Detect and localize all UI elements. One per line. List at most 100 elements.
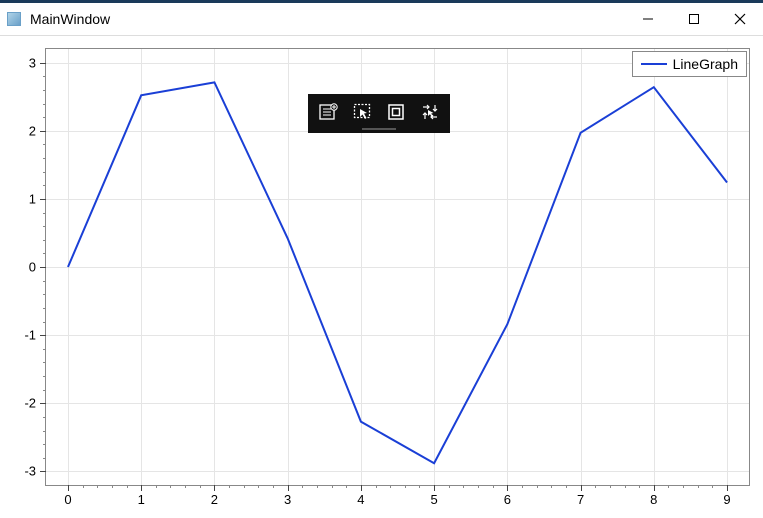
y-tick-label: 0 <box>29 260 36 275</box>
x-tick-minor <box>493 485 494 488</box>
y-tick-minor <box>43 240 46 241</box>
x-tick-major <box>507 485 508 491</box>
y-tick-minor <box>43 104 46 105</box>
y-tick-minor <box>43 172 46 173</box>
y-tick-minor <box>43 185 46 186</box>
x-tick-minor <box>112 485 113 488</box>
y-tick-minor <box>43 362 46 363</box>
toolbar-cursor-button[interactable] <box>350 100 374 124</box>
y-tick-minor <box>43 390 46 391</box>
y-tick-label: -3 <box>24 464 36 479</box>
y-tick-minor <box>43 226 46 227</box>
x-tick-minor <box>185 485 186 488</box>
x-tick-minor <box>537 485 538 488</box>
x-tick-major <box>434 485 435 491</box>
window-controls <box>625 3 763 35</box>
x-tick-label: 3 <box>284 492 291 507</box>
window-title: MainWindow <box>30 11 625 27</box>
y-tick-minor <box>43 76 46 77</box>
y-tick-minor <box>43 444 46 445</box>
x-tick-minor <box>258 485 259 488</box>
y-tick-minor <box>43 349 46 350</box>
x-tick-minor <box>683 485 684 488</box>
x-tick-minor <box>419 485 420 488</box>
window-titlebar: MainWindow <box>0 3 763 36</box>
x-tick-minor <box>712 485 713 488</box>
x-tick-label: 6 <box>504 492 511 507</box>
chart-container: LineGraph 0123456789-3-2-10123 <box>0 36 763 518</box>
legend-label: LineGraph <box>673 56 738 72</box>
y-tick-label: 2 <box>29 123 36 138</box>
x-tick-label: 9 <box>723 492 730 507</box>
x-tick-minor <box>595 485 596 488</box>
y-tick-label: 1 <box>29 191 36 206</box>
y-tick-major <box>40 63 46 64</box>
x-tick-minor <box>522 485 523 488</box>
toolbar-drag-handle[interactable] <box>362 128 396 130</box>
y-tick-minor <box>43 281 46 282</box>
x-tick-minor <box>229 485 230 488</box>
x-tick-minor <box>610 485 611 488</box>
x-tick-label: 5 <box>430 492 437 507</box>
x-tick-label: 0 <box>64 492 71 507</box>
x-tick-minor <box>346 485 347 488</box>
y-tick-minor <box>43 376 46 377</box>
toolbar-transform-button[interactable] <box>418 100 442 124</box>
x-tick-minor <box>317 485 318 488</box>
y-tick-minor <box>43 213 46 214</box>
x-tick-minor <box>478 485 479 488</box>
x-tick-major <box>214 485 215 491</box>
maximize-button[interactable] <box>671 3 717 35</box>
x-tick-minor <box>463 485 464 488</box>
y-tick-minor <box>43 322 46 323</box>
y-tick-minor <box>43 144 46 145</box>
x-tick-minor <box>566 485 567 488</box>
toolbar-options-button[interactable] <box>316 100 340 124</box>
chart-legend[interactable]: LineGraph <box>632 51 747 77</box>
y-tick-minor <box>43 90 46 91</box>
x-tick-label: 4 <box>357 492 364 507</box>
x-tick-major <box>361 485 362 491</box>
x-tick-minor <box>200 485 201 488</box>
x-tick-label: 2 <box>211 492 218 507</box>
y-tick-minor <box>43 294 46 295</box>
y-tick-major <box>40 199 46 200</box>
x-tick-label: 7 <box>577 492 584 507</box>
x-tick-minor <box>376 485 377 488</box>
x-tick-major <box>288 485 289 491</box>
x-tick-minor <box>551 485 552 488</box>
y-tick-major <box>40 267 46 268</box>
legend-swatch <box>641 63 667 65</box>
y-tick-major <box>40 335 46 336</box>
app-icon <box>6 11 22 27</box>
y-tick-label: -1 <box>24 328 36 343</box>
y-tick-major <box>40 471 46 472</box>
minimize-button[interactable] <box>625 3 671 35</box>
chart-toolbar[interactable] <box>308 94 450 133</box>
x-tick-minor <box>302 485 303 488</box>
toolbar-frame-button[interactable] <box>384 100 408 124</box>
x-tick-minor <box>639 485 640 488</box>
y-tick-minor <box>43 458 46 459</box>
y-tick-minor <box>43 158 46 159</box>
x-tick-minor <box>449 485 450 488</box>
x-tick-major <box>141 485 142 491</box>
y-tick-minor <box>43 431 46 432</box>
x-tick-label: 1 <box>138 492 145 507</box>
close-button[interactable] <box>717 3 763 35</box>
y-tick-label: 3 <box>29 55 36 70</box>
x-tick-major <box>581 485 582 491</box>
y-tick-label: -2 <box>24 396 36 411</box>
x-tick-major <box>727 485 728 491</box>
x-tick-minor <box>273 485 274 488</box>
y-tick-minor <box>43 308 46 309</box>
x-tick-major <box>68 485 69 491</box>
x-tick-minor <box>127 485 128 488</box>
y-tick-major <box>40 131 46 132</box>
x-tick-minor <box>83 485 84 488</box>
x-tick-minor <box>244 485 245 488</box>
x-tick-minor <box>405 485 406 488</box>
x-tick-minor <box>390 485 391 488</box>
y-tick-minor <box>43 253 46 254</box>
x-tick-minor <box>97 485 98 488</box>
